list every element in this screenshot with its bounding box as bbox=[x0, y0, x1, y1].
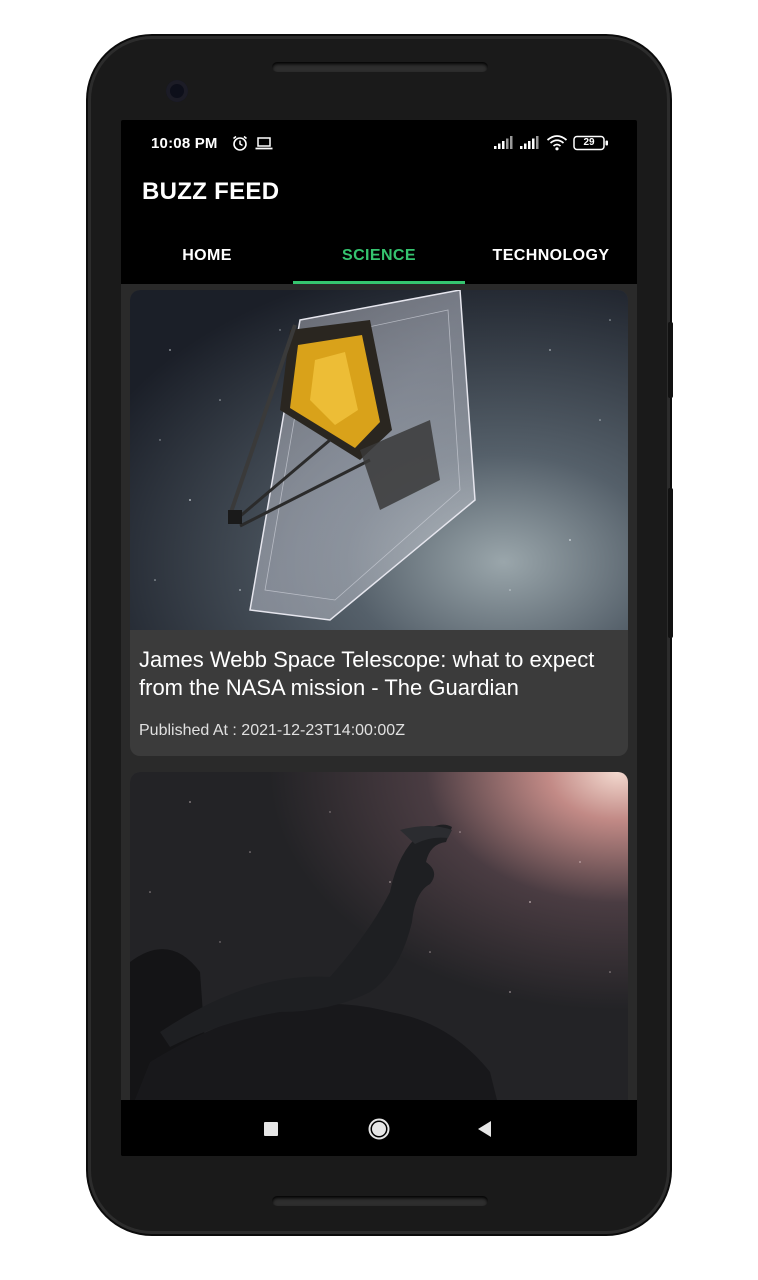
status-time: 10:08 PM bbox=[151, 135, 218, 152]
laptop-icon bbox=[254, 134, 274, 157]
tab-label: TECHNOLOGY bbox=[492, 247, 610, 264]
earpiece-speaker bbox=[272, 62, 488, 72]
screen: 10:08 PM 29 BUZZ FEED HOME SCIENCE TECHN… bbox=[121, 120, 637, 1156]
article-card[interactable]: James Webb Space Telescope: what to expe… bbox=[130, 290, 628, 756]
back-icon[interactable] bbox=[477, 1120, 493, 1143]
bottom-speaker bbox=[272, 1196, 488, 1206]
signal-icon bbox=[519, 134, 539, 157]
status-bar: 10:08 PM 29 bbox=[121, 120, 637, 168]
tab-label: HOME bbox=[182, 247, 232, 264]
tab-technology[interactable]: TECHNOLOGY bbox=[465, 228, 637, 284]
front-camera bbox=[166, 80, 188, 102]
power-button bbox=[668, 322, 673, 398]
app-title: BUZZ FEED bbox=[142, 178, 280, 205]
article-published-date: Published At : 2021-12-23T14:00:00Z bbox=[139, 722, 405, 739]
battery-icon: 29 bbox=[573, 135, 609, 156]
battery-level: 29 bbox=[583, 137, 595, 148]
home-icon[interactable] bbox=[367, 1117, 391, 1146]
signal-icon bbox=[493, 134, 513, 157]
dinosaur-image bbox=[130, 772, 628, 1100]
system-nav-bar bbox=[121, 1100, 637, 1156]
tab-bar: HOME SCIENCE TECHNOLOGY bbox=[121, 228, 637, 284]
news-feed[interactable]: James Webb Space Telescope: what to expe… bbox=[121, 284, 637, 1100]
wifi-icon bbox=[546, 134, 568, 157]
alarm-icon bbox=[231, 134, 249, 157]
telescope-image bbox=[130, 290, 628, 630]
article-title: James Webb Space Telescope: what to expe… bbox=[139, 647, 595, 700]
article-card[interactable] bbox=[130, 772, 628, 1100]
volume-button bbox=[668, 488, 673, 638]
tab-label: SCIENCE bbox=[342, 247, 416, 264]
tab-home[interactable]: HOME bbox=[121, 228, 293, 284]
recents-icon[interactable] bbox=[264, 1122, 278, 1141]
tab-science[interactable]: SCIENCE bbox=[293, 228, 465, 284]
